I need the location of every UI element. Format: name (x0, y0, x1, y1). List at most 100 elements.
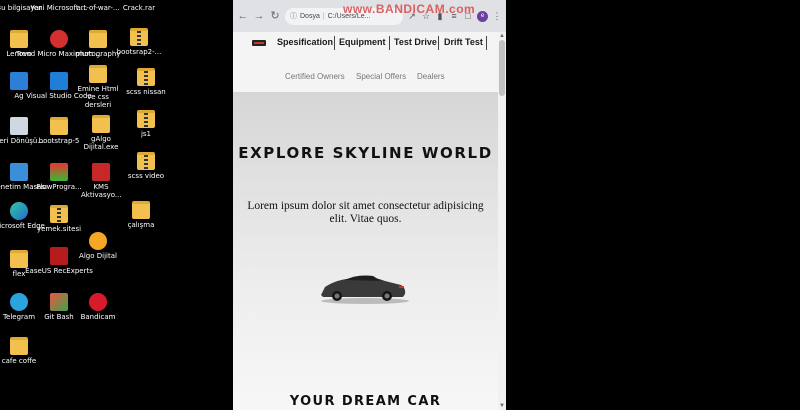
desktop-icon-art-of-war[interactable]: art-of-war-... (75, 0, 121, 12)
back-arrow-icon[interactable]: ← (237, 9, 249, 23)
subnav-link-dealers[interactable]: Dealers (417, 72, 445, 81)
address-separator: | (322, 12, 325, 20)
desktop-icon-yemek-sitesi[interactable]: yemek.sitesi (36, 205, 82, 233)
icon-label: gAlgo Dijital.exe (83, 135, 119, 151)
forward-arrow-icon[interactable]: → (253, 9, 265, 23)
desktop-icon-calisma[interactable]: çalışma (118, 201, 164, 229)
folder-icon (89, 30, 107, 48)
icon-label: FlowProgra... (36, 183, 82, 191)
subnav-link-special-offers[interactable]: Special Offers (356, 72, 406, 81)
control-panel-icon (10, 163, 28, 181)
nav-link-equipment[interactable]: Equipment (339, 37, 386, 47)
desktop-icon-scss-video[interactable]: scss video (123, 152, 169, 180)
icon-label: Algo Dijital (79, 252, 117, 260)
icon-label: bootsrap2-... (116, 48, 162, 56)
desktop-icon-kms[interactable]: KMS Aktivasyo... (78, 163, 124, 199)
desktop-icon-cafe-coffe[interactable]: cafe coffe (0, 337, 42, 365)
icon-label: art-of-war-... (76, 4, 120, 12)
gtr-logo-icon[interactable] (252, 38, 266, 48)
page-viewport: Spesification Equipment Test Drive Drift… (233, 32, 498, 410)
icon-label: Ag (14, 92, 24, 100)
hero-section: EXPLORE SKYLINE WORLD Lorem ipsum dolor … (233, 92, 498, 410)
zip-folder-icon (137, 68, 155, 86)
browser-toolbar: ← → ↻ ⓘ Dosya | C:/Users/Le... ↗ ☆ ▮ ≡ □… (233, 0, 506, 32)
desktop-icon-bootsrap2[interactable]: bootsrap2-... (116, 28, 162, 56)
desktop-icon-galgo-exe[interactable]: gAlgo Dijital.exe (78, 115, 124, 151)
icon-label: KMS Aktivasyo... (81, 183, 122, 199)
nav-divider (389, 36, 390, 50)
folder-icon (50, 117, 68, 135)
desktop-icon-bandicam[interactable]: Bandicam (75, 293, 121, 321)
telegram-icon (10, 293, 28, 311)
bandicam-watermark: www.BANDICAM.com (343, 2, 476, 16)
folder-icon (10, 250, 28, 268)
folder-icon (89, 65, 107, 83)
scroll-down-icon[interactable]: ▼ (498, 402, 506, 410)
archive-icon (130, 0, 148, 2)
desktop-icon-photography[interactable]: photography (75, 30, 121, 58)
bandicam-icon (89, 293, 107, 311)
browser-window: ← → ↻ ⓘ Dosya | C:/Users/Le... ↗ ☆ ▮ ≡ □… (233, 0, 506, 410)
desktop-icon-algo-dijital[interactable]: Algo Dijital (75, 232, 121, 260)
zip-folder-icon (137, 110, 155, 128)
zip-folder-icon (50, 205, 68, 223)
nav-divider (334, 36, 335, 50)
subnav-link-certified-owners[interactable]: Certified Owners (285, 72, 345, 81)
desktop-icon-js1[interactable]: js1 (123, 110, 169, 138)
address-prefix: Dosya (300, 12, 320, 20)
desktop-icon-crack-rar[interactable]: Crack.rar (116, 0, 162, 12)
desktop-icon-emine-html[interactable]: Emine Html ve css dersleri (75, 65, 121, 109)
nav-link-drift-test[interactable]: Drift Test (444, 37, 483, 47)
icon-label: Git Bash (44, 313, 74, 321)
scroll-up-icon[interactable]: ▲ (498, 32, 506, 40)
car-image (321, 275, 409, 304)
kms-icon (92, 163, 110, 181)
icon-label: Emine Html ve css dersleri (77, 85, 119, 109)
nav-divider (438, 36, 439, 50)
document-icon (89, 0, 107, 2)
folder-icon (92, 115, 110, 133)
icon-label: scss video (127, 172, 165, 180)
zip-folder-icon (137, 152, 155, 170)
computer-icon (10, 0, 28, 2)
vscode-icon (50, 72, 68, 90)
zip-folder-icon (130, 28, 148, 46)
network-icon (10, 72, 28, 90)
icon-label: cafe coffe (1, 357, 37, 365)
icon-label: Telegram (2, 313, 36, 321)
edge-icon (10, 202, 28, 220)
icon-label: photography (75, 50, 121, 58)
section-heading: YOUR DREAM CAR (289, 394, 442, 409)
algo-dijital-icon (89, 232, 107, 250)
profile-avatar[interactable]: e (477, 10, 488, 22)
hero-title: EXPLORE SKYLINE WORLD (238, 144, 493, 162)
desktop-icon-flowprogra[interactable]: FlowProgra... (36, 163, 82, 191)
icon-label: scss nissan (126, 88, 166, 96)
nav-divider (486, 36, 487, 50)
icon-label: EaseUS RecExperts (25, 267, 93, 275)
hero-text: Lorem ipsum dolor sit amet consectetur a… (247, 200, 484, 225)
site-navbar: Spesification Equipment Test Drive Drift… (233, 32, 498, 92)
menu-icon[interactable]: ⋮ (492, 11, 502, 21)
reload-icon[interactable]: ↻ (269, 9, 281, 23)
page-scrollbar[interactable]: ▲ ▼ (498, 32, 506, 410)
folder-icon (10, 337, 28, 355)
icon-label: Crack.rar (122, 4, 156, 12)
nav-link-spesification[interactable]: Spesification (277, 37, 333, 47)
document-icon (50, 0, 68, 2)
desktop-icon-bootstrap-5[interactable]: bootstrap-5 (36, 117, 82, 145)
folder-icon (132, 201, 150, 219)
desktop-icon-scss-nissan[interactable]: scss nissan (123, 68, 169, 96)
trend-micro-icon (50, 30, 68, 48)
flowprogra-icon (50, 163, 68, 181)
nav-link-test-drive[interactable]: Test Drive (394, 37, 437, 47)
git-bash-icon (50, 293, 68, 311)
icon-label: js1 (140, 130, 152, 138)
icon-label: çalışma (127, 221, 155, 229)
recycle-bin-icon (10, 117, 28, 135)
info-icon: ⓘ (290, 13, 297, 20)
icon-label: bootstrap-5 (38, 137, 80, 145)
scrollbar-thumb[interactable] (499, 40, 505, 96)
easeus-icon (50, 247, 68, 265)
icon-label: flex (12, 270, 26, 278)
